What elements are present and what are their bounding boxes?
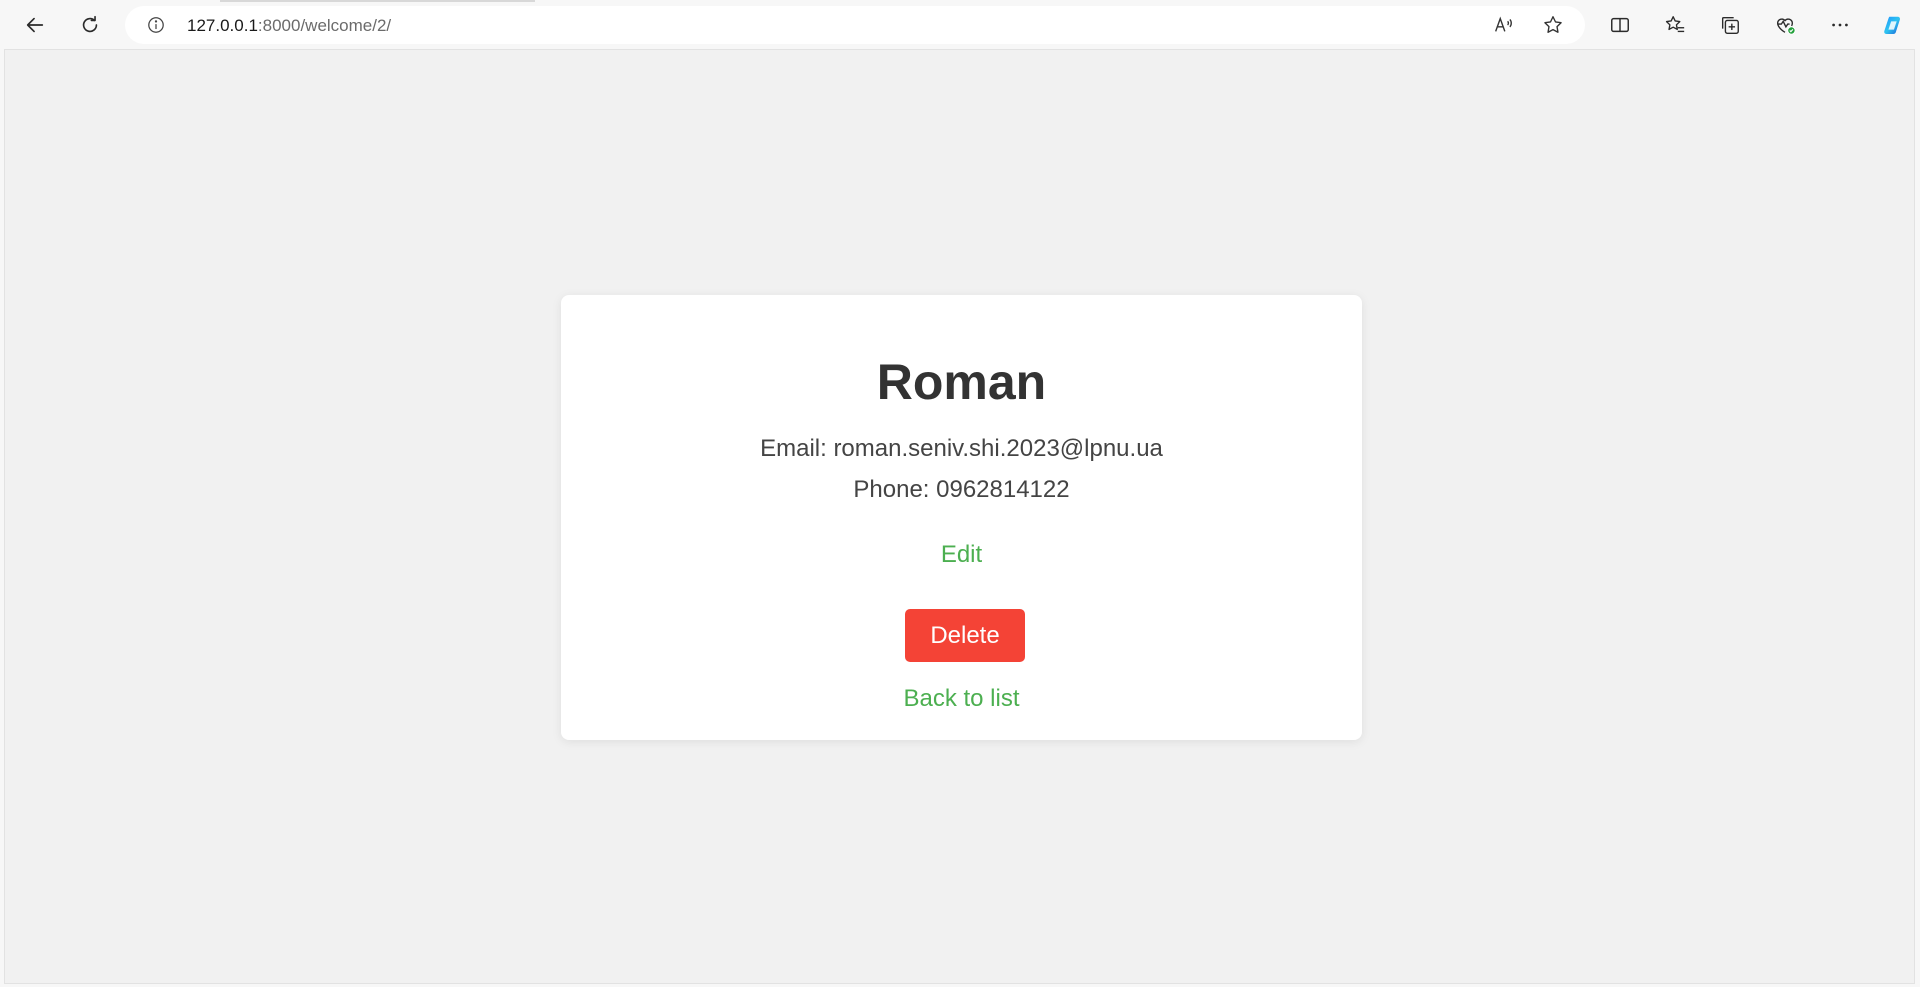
- favorite-star-icon[interactable]: [1541, 13, 1565, 37]
- back-to-list-link[interactable]: Back to list: [903, 685, 1019, 712]
- address-bar[interactable]: 127.0.0.1:8000/welcome/2/: [125, 6, 1585, 44]
- back-icon[interactable]: [15, 5, 55, 45]
- collections-icon[interactable]: [1710, 5, 1750, 45]
- read-aloud-icon[interactable]: [1491, 13, 1515, 37]
- page-viewport: Roman Email: roman.seniv.shi.2023@lpnu.u…: [4, 49, 1915, 984]
- tab-strip-edge: [220, 0, 535, 2]
- delete-button[interactable]: Delete: [905, 609, 1025, 662]
- split-screen-icon[interactable]: [1600, 5, 1640, 45]
- url-host: 127.0.0.1: [187, 16, 258, 35]
- site-info-icon[interactable]: [147, 16, 165, 34]
- favorites-icon[interactable]: [1655, 5, 1695, 45]
- copilot-icon[interactable]: [1873, 5, 1913, 45]
- browser-toolbar: 127.0.0.1:8000/welcome/2/: [0, 0, 1920, 49]
- refresh-icon[interactable]: [70, 5, 110, 45]
- edit-link[interactable]: Edit: [941, 541, 982, 568]
- user-phone: Phone: 0962814122: [853, 476, 1070, 503]
- more-options-icon[interactable]: [1820, 5, 1860, 45]
- url-path: :8000/welcome/2/: [257, 16, 392, 35]
- url-text[interactable]: 127.0.0.1:8000/welcome/2/: [187, 16, 391, 36]
- user-detail-card: Roman Email: roman.seniv.shi.2023@lpnu.u…: [561, 295, 1362, 740]
- browser-essentials-icon[interactable]: [1765, 5, 1805, 45]
- user-email: Email: roman.seniv.shi.2023@lpnu.ua: [760, 435, 1163, 462]
- user-name-heading: Roman: [876, 354, 1047, 410]
- back-link-row: Back to list: [561, 685, 1362, 713]
- edit-link-row: Edit: [561, 541, 1362, 569]
